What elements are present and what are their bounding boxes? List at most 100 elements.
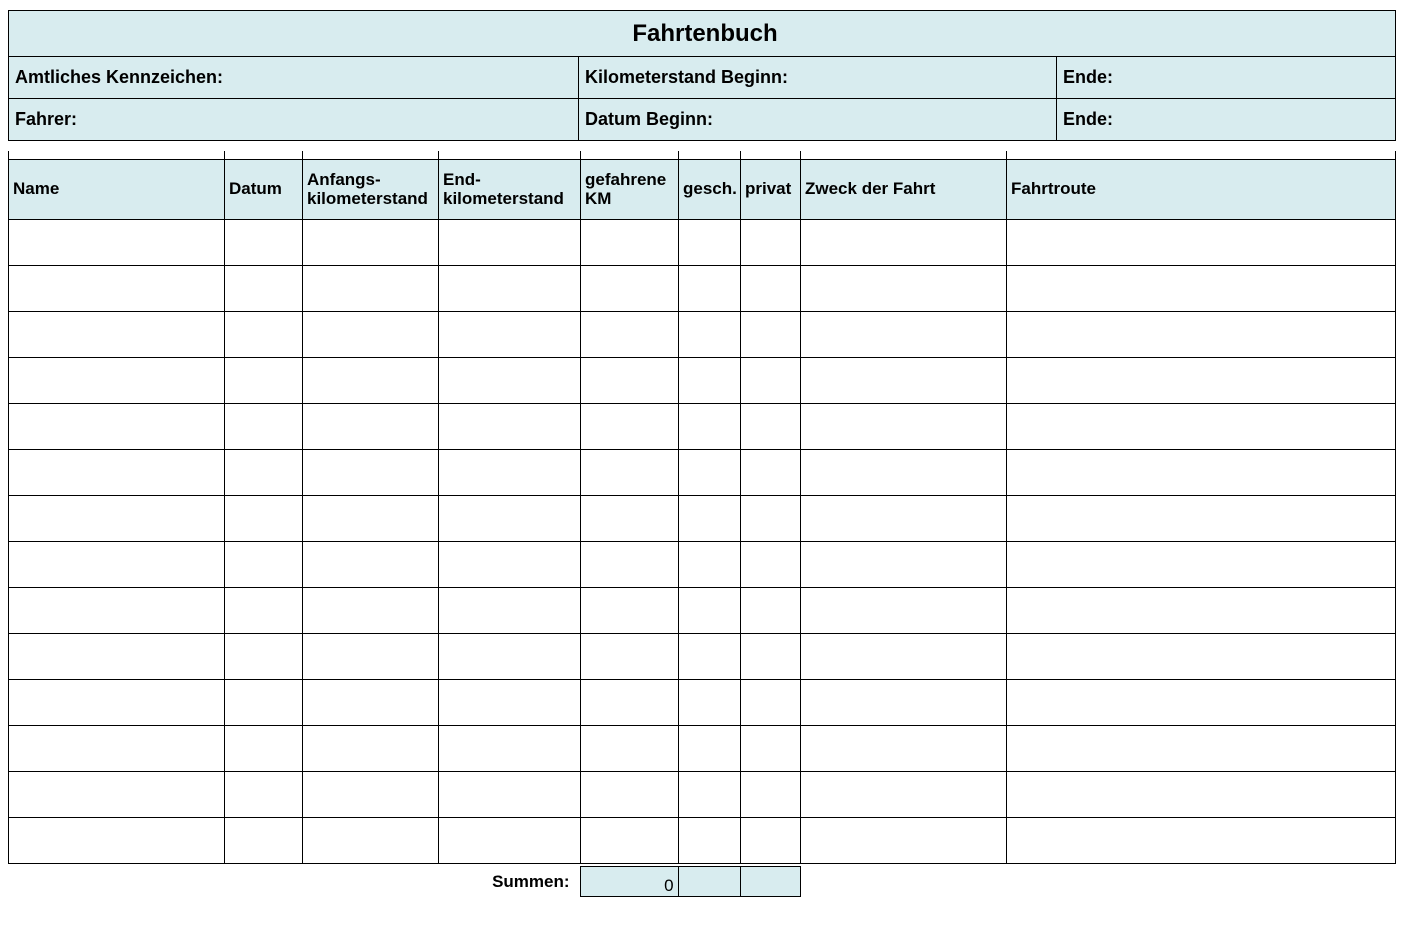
table-cell[interactable] bbox=[9, 312, 225, 358]
table-cell[interactable] bbox=[801, 450, 1007, 496]
table-cell[interactable] bbox=[9, 726, 225, 772]
table-cell[interactable] bbox=[225, 542, 303, 588]
table-cell[interactable] bbox=[1007, 818, 1396, 864]
table-cell[interactable] bbox=[679, 220, 741, 266]
table-cell[interactable] bbox=[439, 680, 581, 726]
table-cell[interactable] bbox=[679, 404, 741, 450]
table-cell[interactable] bbox=[679, 496, 741, 542]
table-cell[interactable] bbox=[581, 726, 679, 772]
table-cell[interactable] bbox=[9, 404, 225, 450]
table-cell[interactable] bbox=[225, 634, 303, 680]
table-cell[interactable] bbox=[581, 312, 679, 358]
table-cell[interactable] bbox=[679, 680, 741, 726]
table-cell[interactable] bbox=[9, 772, 225, 818]
table-cell[interactable] bbox=[303, 680, 439, 726]
table-cell[interactable] bbox=[1007, 450, 1396, 496]
table-cell[interactable] bbox=[303, 358, 439, 404]
table-cell[interactable] bbox=[1007, 220, 1396, 266]
table-cell[interactable] bbox=[303, 496, 439, 542]
table-cell[interactable] bbox=[9, 266, 225, 312]
table-cell[interactable] bbox=[303, 312, 439, 358]
table-cell[interactable] bbox=[581, 450, 679, 496]
table-cell[interactable] bbox=[1007, 588, 1396, 634]
table-cell[interactable] bbox=[225, 680, 303, 726]
table-cell[interactable] bbox=[439, 450, 581, 496]
table-cell[interactable] bbox=[439, 266, 581, 312]
table-cell[interactable] bbox=[581, 542, 679, 588]
table-cell[interactable] bbox=[801, 588, 1007, 634]
table-cell[interactable] bbox=[225, 220, 303, 266]
table-cell[interactable] bbox=[303, 588, 439, 634]
table-cell[interactable] bbox=[225, 772, 303, 818]
table-cell[interactable] bbox=[581, 496, 679, 542]
table-cell[interactable] bbox=[741, 588, 801, 634]
table-cell[interactable] bbox=[303, 404, 439, 450]
table-cell[interactable] bbox=[679, 818, 741, 864]
table-cell[interactable] bbox=[741, 726, 801, 772]
table-cell[interactable] bbox=[741, 542, 801, 588]
table-cell[interactable] bbox=[741, 772, 801, 818]
table-cell[interactable] bbox=[801, 634, 1007, 680]
table-cell[interactable] bbox=[439, 542, 581, 588]
table-cell[interactable] bbox=[679, 450, 741, 496]
table-cell[interactable] bbox=[225, 358, 303, 404]
table-cell[interactable] bbox=[303, 818, 439, 864]
table-cell[interactable] bbox=[679, 634, 741, 680]
table-cell[interactable] bbox=[801, 266, 1007, 312]
table-cell[interactable] bbox=[679, 312, 741, 358]
table-cell[interactable] bbox=[581, 588, 679, 634]
table-cell[interactable] bbox=[581, 772, 679, 818]
table-cell[interactable] bbox=[801, 312, 1007, 358]
table-cell[interactable] bbox=[679, 726, 741, 772]
table-cell[interactable] bbox=[9, 496, 225, 542]
table-cell[interactable] bbox=[741, 220, 801, 266]
table-cell[interactable] bbox=[741, 450, 801, 496]
table-cell[interactable] bbox=[9, 680, 225, 726]
table-cell[interactable] bbox=[225, 266, 303, 312]
table-cell[interactable] bbox=[439, 634, 581, 680]
table-cell[interactable] bbox=[581, 404, 679, 450]
table-cell[interactable] bbox=[679, 772, 741, 818]
table-cell[interactable] bbox=[741, 634, 801, 680]
table-cell[interactable] bbox=[9, 588, 225, 634]
table-cell[interactable] bbox=[439, 818, 581, 864]
table-cell[interactable] bbox=[741, 358, 801, 404]
table-cell[interactable] bbox=[1007, 634, 1396, 680]
table-cell[interactable] bbox=[1007, 266, 1396, 312]
table-cell[interactable] bbox=[303, 220, 439, 266]
table-cell[interactable] bbox=[303, 726, 439, 772]
table-cell[interactable] bbox=[801, 220, 1007, 266]
table-cell[interactable] bbox=[1007, 358, 1396, 404]
table-cell[interactable] bbox=[741, 404, 801, 450]
table-cell[interactable] bbox=[679, 358, 741, 404]
table-cell[interactable] bbox=[1007, 496, 1396, 542]
table-cell[interactable] bbox=[1007, 312, 1396, 358]
table-cell[interactable] bbox=[801, 404, 1007, 450]
table-cell[interactable] bbox=[225, 818, 303, 864]
table-cell[interactable] bbox=[581, 680, 679, 726]
table-cell[interactable] bbox=[9, 542, 225, 588]
table-cell[interactable] bbox=[439, 772, 581, 818]
table-cell[interactable] bbox=[439, 358, 581, 404]
table-cell[interactable] bbox=[439, 404, 581, 450]
table-cell[interactable] bbox=[439, 312, 581, 358]
table-cell[interactable] bbox=[303, 634, 439, 680]
table-cell[interactable] bbox=[679, 588, 741, 634]
table-cell[interactable] bbox=[581, 358, 679, 404]
table-cell[interactable] bbox=[801, 358, 1007, 404]
table-cell[interactable] bbox=[1007, 680, 1396, 726]
table-cell[interactable] bbox=[439, 588, 581, 634]
table-cell[interactable] bbox=[9, 358, 225, 404]
table-cell[interactable] bbox=[225, 450, 303, 496]
table-cell[interactable] bbox=[581, 634, 679, 680]
table-cell[interactable] bbox=[679, 266, 741, 312]
table-cell[interactable] bbox=[1007, 772, 1396, 818]
table-cell[interactable] bbox=[303, 772, 439, 818]
table-cell[interactable] bbox=[741, 266, 801, 312]
table-cell[interactable] bbox=[741, 312, 801, 358]
table-cell[interactable] bbox=[439, 496, 581, 542]
table-cell[interactable] bbox=[679, 542, 741, 588]
table-cell[interactable] bbox=[581, 220, 679, 266]
table-cell[interactable] bbox=[9, 818, 225, 864]
table-cell[interactable] bbox=[439, 726, 581, 772]
